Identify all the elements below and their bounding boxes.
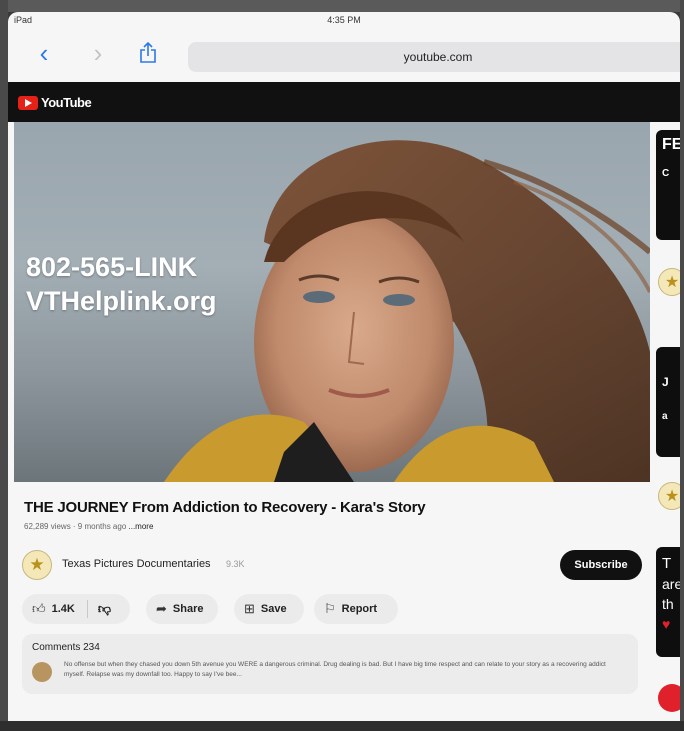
address-text: youtube.com — [403, 50, 473, 64]
youtube-header: YouTube — [8, 82, 680, 122]
comments-section[interactable]: Comments 234 No offense but when they ch… — [22, 634, 638, 694]
browser-toolbar: ‹ › youtube.com — [8, 28, 680, 82]
divider — [86, 600, 88, 618]
youtube-logo[interactable]: YouTube — [18, 95, 92, 110]
like-count[interactable]: 1.4K — [52, 603, 75, 615]
youtube-wordmark: YouTube — [41, 95, 92, 110]
share-button[interactable] — [136, 38, 160, 68]
channel-name[interactable]: Texas Pictures Documentaries — [62, 558, 211, 570]
related-videos-sidebar: FE C ★ J a ★ T are th ♥ — [654, 122, 680, 712]
thumbs-up-icon[interactable]: 👍︎ — [32, 601, 46, 617]
chevron-right-icon: › — [93, 37, 103, 68]
device-frame-left — [0, 0, 8, 731]
channel-avatar-icon[interactable]: ★ — [22, 550, 52, 580]
report-button[interactable]: ⚐ Report — [314, 594, 398, 624]
thumbnail-text: FE — [662, 136, 680, 153]
thumbnail-text: J — [662, 375, 669, 389]
device-frame-right — [680, 0, 684, 731]
share-arrow-icon: ➦ — [156, 601, 167, 616]
share-action-button[interactable]: ➦ Share — [146, 594, 218, 624]
address-bar[interactable]: youtube.com — [188, 42, 680, 72]
save-label: Save — [260, 603, 287, 615]
thumbnail-text: T — [662, 555, 672, 572]
share-label: Share — [172, 603, 204, 615]
forward-button[interactable]: › — [86, 38, 110, 68]
like-dislike-group: 👍︎ 1.4K 👎︎ — [22, 594, 130, 624]
thumbnail-text: th — [662, 596, 674, 612]
back-button[interactable]: ‹ — [32, 38, 56, 68]
device-frame-bottom — [0, 721, 684, 731]
youtube-play-icon — [18, 95, 38, 110]
thumbnail-text: C — [662, 168, 670, 179]
video-overlay-phone: 802-565-LINK — [26, 252, 198, 282]
video-title: THE JOURNEY From Addiction to Recovery -… — [24, 499, 426, 516]
thumbnail-text: a — [662, 411, 668, 422]
top-comment-text: No offense but when they chased you down… — [64, 661, 606, 678]
ipad-screen: iPad 4:35 PM ‹ › youtube.com YouTube 802… — [8, 12, 680, 721]
heart-icon: ♥ — [662, 616, 671, 632]
subscriber-count: 9.3K — [226, 559, 245, 569]
thumbnail-text: are — [662, 576, 680, 592]
channel-avatar-icon[interactable]: ★ — [658, 482, 680, 510]
status-time: 4:35 PM — [327, 15, 361, 25]
channel-row: ★ Texas Pictures Documentaries 9.3K Subs… — [22, 550, 642, 582]
status-bar: iPad 4:35 PM — [8, 12, 680, 28]
playlist-add-icon: ⊞ — [244, 601, 255, 616]
video-player[interactable]: 802-565-LINK VTHelplink.org — [14, 122, 650, 482]
save-button[interactable]: ⊞ Save — [234, 594, 304, 624]
related-video-thumbnail[interactable]: FE C — [656, 130, 680, 240]
commenter-avatar — [32, 662, 52, 682]
channel-avatar-icon[interactable] — [658, 684, 680, 712]
comments-header: Comments 234 — [32, 642, 100, 653]
video-meta: 62,289 views · 9 months ago ...more — [24, 522, 153, 531]
chevron-left-icon: ‹ — [39, 37, 49, 68]
report-label: Report — [341, 603, 378, 615]
video-overlay-url: VTHelplink.org — [26, 286, 217, 316]
device-frame-top — [0, 0, 684, 12]
related-video-thumbnail[interactable]: J a — [656, 347, 680, 457]
channel-avatar-icon[interactable]: ★ — [658, 268, 680, 296]
subscribe-button[interactable]: Subscribe — [560, 550, 642, 580]
video-views-date: 62,289 views · 9 months ago — [24, 522, 127, 531]
share-icon — [140, 42, 156, 63]
related-video-thumbnail[interactable]: T are th ♥ — [656, 547, 680, 657]
flag-icon: ⚐ — [324, 601, 336, 616]
thumbs-down-icon[interactable]: 👎︎ — [98, 601, 111, 617]
more-link[interactable]: ...more — [129, 522, 154, 531]
action-bar: 👍︎ 1.4K 👎︎ ➦ Share ⊞ Save ⚐ Report — [22, 594, 642, 624]
